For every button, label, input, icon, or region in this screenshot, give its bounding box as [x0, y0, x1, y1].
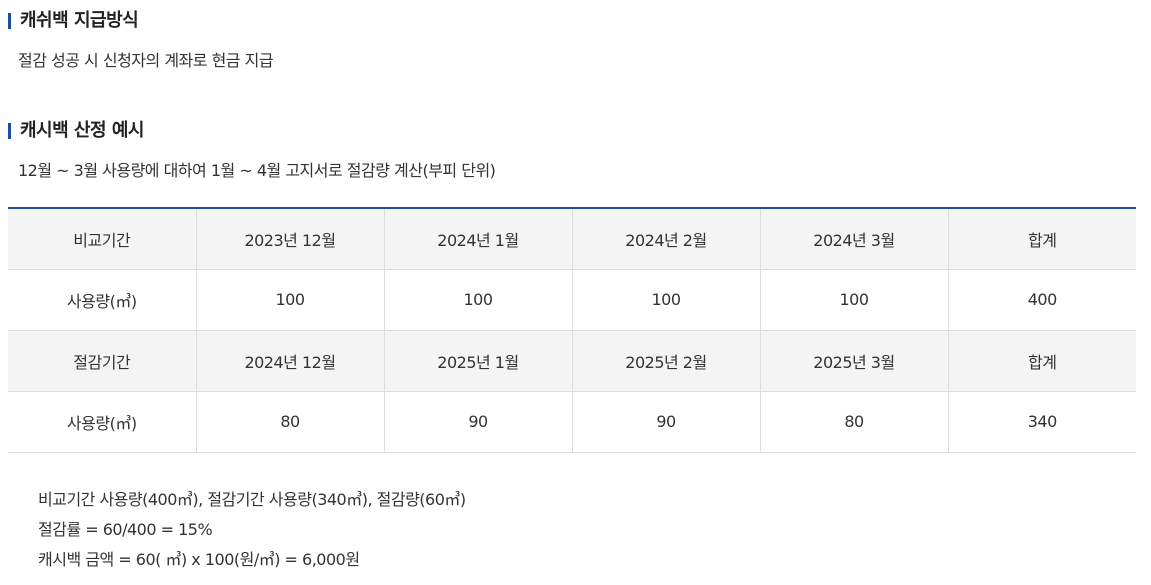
calculation-notes: 비교기간 사용량(400㎥), 절감기간 사용량(340㎥), 절감량(60㎥)…: [38, 485, 466, 575]
table-row-comparison-period: 비교기간 2023년 12월 2024년 1월 2024년 2월 2024년 3…: [8, 208, 1136, 270]
table-cell: 400: [947, 269, 1136, 331]
table-row-comparison-usage: 사용량(㎥) 100 100 100 100 400: [8, 269, 1136, 331]
table-cell: 2025년 1월: [383, 330, 572, 392]
table-cell: 90: [383, 391, 572, 453]
table-cell: 80: [195, 391, 384, 453]
cashback-table: 비교기간 2023년 12월 2024년 1월 2024년 2월 2024년 3…: [8, 207, 1136, 453]
section-title-calculation-example: 캐시백 산정 예시: [8, 120, 144, 142]
table-cell: 절감기간: [8, 330, 196, 392]
table-cell: 2024년 12월: [195, 330, 384, 392]
note-cashback-amount: 캐시백 금액 = 60( ㎥) x 100(원/㎥) = 6,000원: [38, 550, 360, 569]
table-cell: 80: [759, 391, 948, 453]
table-cell: 2025년 3월: [759, 330, 948, 392]
table-cell: 2024년 3월: [759, 208, 948, 270]
table-cell: 2024년 2월: [571, 208, 760, 270]
table-cell: 100: [383, 269, 572, 331]
payment-method-description: 절감 성공 시 신청자의 계좌로 현금 지급: [18, 51, 274, 70]
table-cell: 100: [759, 269, 948, 331]
note-usage-summary: 비교기간 사용량(400㎥), 절감기간 사용량(340㎥), 절감량(60㎥): [38, 490, 466, 509]
calculation-example-description: 12월 ~ 3월 사용량에 대하여 1월 ~ 4월 고지서로 절감량 계산(부피…: [18, 161, 496, 180]
table-cell: 비교기간: [8, 208, 196, 270]
section-title-payment-method: 캐쉬백 지급방식: [8, 10, 139, 32]
note-saving-rate: 절감률 = 60/400 = 15%: [38, 520, 213, 539]
table-cell: 2024년 1월: [383, 208, 572, 270]
table-cell: 2025년 2월: [571, 330, 760, 392]
table-cell: 사용량(㎥): [8, 269, 196, 331]
table-cell: 합계: [947, 208, 1136, 270]
table-cell: 2023년 12월: [195, 208, 384, 270]
table-row-saving-usage: 사용량(㎥) 80 90 90 80 340: [8, 391, 1136, 453]
table-row-saving-period: 절감기간 2024년 12월 2025년 1월 2025년 2월 2025년 3…: [8, 330, 1136, 392]
table-cell: 340: [947, 391, 1136, 453]
table-cell: 90: [571, 391, 760, 453]
table-cell: 합계: [947, 330, 1136, 392]
table-cell: 사용량(㎥): [8, 391, 196, 453]
table-cell: 100: [571, 269, 760, 331]
table-cell: 100: [195, 269, 384, 331]
